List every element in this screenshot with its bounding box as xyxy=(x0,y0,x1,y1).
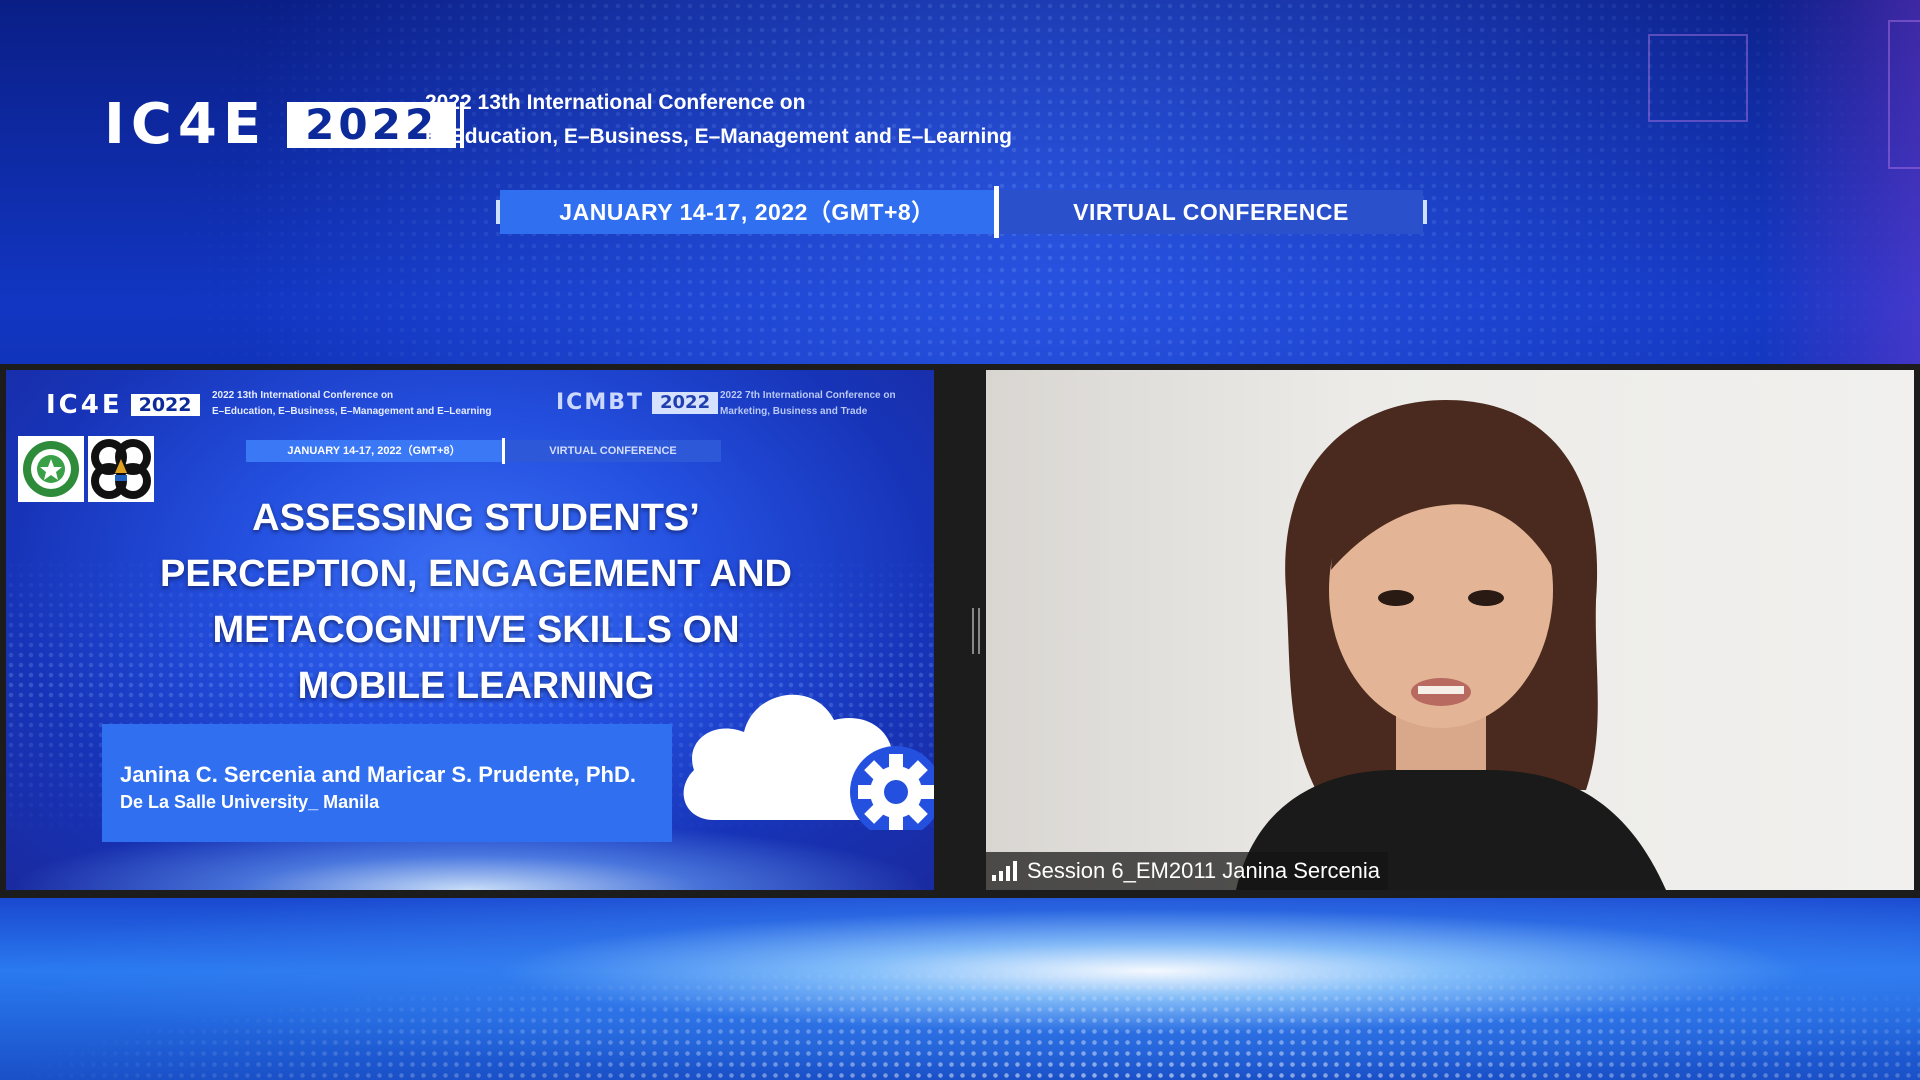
decorative-frame xyxy=(1888,20,1920,169)
slide-logo-subtitle: 2022 13th International Conference on E–… xyxy=(212,388,492,420)
slide-date: JANUARY 14-17, 2022（GMT+8） xyxy=(246,440,502,462)
slide-logo-text: IC4E xyxy=(46,390,123,420)
decorative-frame xyxy=(1648,34,1748,122)
signal-bars-icon xyxy=(992,861,1017,881)
slide-logo2-sub2: Marketing, Business and Trade xyxy=(720,406,868,417)
pill-edge xyxy=(1423,200,1427,224)
conference-title-line2: E–Education, E–Business, E–Management an… xyxy=(425,125,1012,148)
slide-logo-icmbt: ICMBT 2022 xyxy=(556,390,719,415)
slide-format: VIRTUAL CONFERENCE xyxy=(505,440,721,462)
slide-authors: Janina C. Sercenia and Maricar S. Pruden… xyxy=(120,762,636,787)
bottom-globe-dots xyxy=(0,960,1920,1080)
participant-video[interactable]: Session 6_EM2011 Janina Sercenia xyxy=(986,370,1914,890)
slide-logo-sub2: E–Education, E–Business, E–Management an… xyxy=(212,406,492,417)
zoom-meeting-window: IC4E 2022 2022 13th International Confer… xyxy=(0,0,1920,1080)
slide-info-bar: JANUARY 14-17, 2022（GMT+8） VIRTUAL CONFE… xyxy=(246,438,721,464)
slide-logo-ic4e: IC4E 2022 xyxy=(46,390,200,420)
conference-title-line1: 2022 13th International Conference on xyxy=(425,91,806,114)
slide-logo-year: 2022 xyxy=(130,394,200,416)
cloud-gear-icon xyxy=(674,670,934,838)
slide-title-line: ASSESSING STUDENTS’ xyxy=(252,497,700,539)
shared-screen[interactable]: IC4E 2022 2022 13th International Confer… xyxy=(6,370,934,890)
slide-logo2-text: ICMBT xyxy=(556,390,644,415)
conference-info-bar: JANUARY 14-17, 2022（GMT+8） VIRTUAL CONFE… xyxy=(496,186,1427,238)
slide-title-line: PERCEPTION, ENGAGEMENT AND xyxy=(160,553,792,595)
panel-resize-handle[interactable] xyxy=(972,608,980,654)
conference-format: VIRTUAL CONFERENCE xyxy=(999,190,1423,234)
slide-logo2-year: 2022 xyxy=(652,391,719,414)
conference-logo: IC4E 2022 xyxy=(104,92,465,157)
university-seal-icon xyxy=(18,436,84,502)
slide-affiliation: De La Salle University_ Manila xyxy=(120,792,380,812)
conference-date: JANUARY 14-17, 2022（GMT+8） xyxy=(500,190,994,234)
participant-name-tag: Session 6_EM2011 Janina Sercenia xyxy=(986,852,1389,890)
video-strip: IC4E 2022 2022 13th International Confer… xyxy=(0,364,1920,898)
slide-title-line: METACOGNITIVE SKILLS ON xyxy=(212,609,740,651)
participant-avatar-illustration xyxy=(1236,400,1666,890)
logo-text: IC4E xyxy=(104,92,268,157)
participant-name: Session 6_EM2011 Janina Sercenia xyxy=(1027,858,1381,883)
slide-logo2-subtitle: 2022 7th International Conference on Mar… xyxy=(720,388,896,420)
slide-logo-sub1: 2022 13th International Conference on xyxy=(212,390,394,401)
conference-title: 2022 13th International Conference on E–… xyxy=(425,86,1012,154)
slide-logo2-sub1: 2022 7th International Conference on xyxy=(720,390,896,401)
